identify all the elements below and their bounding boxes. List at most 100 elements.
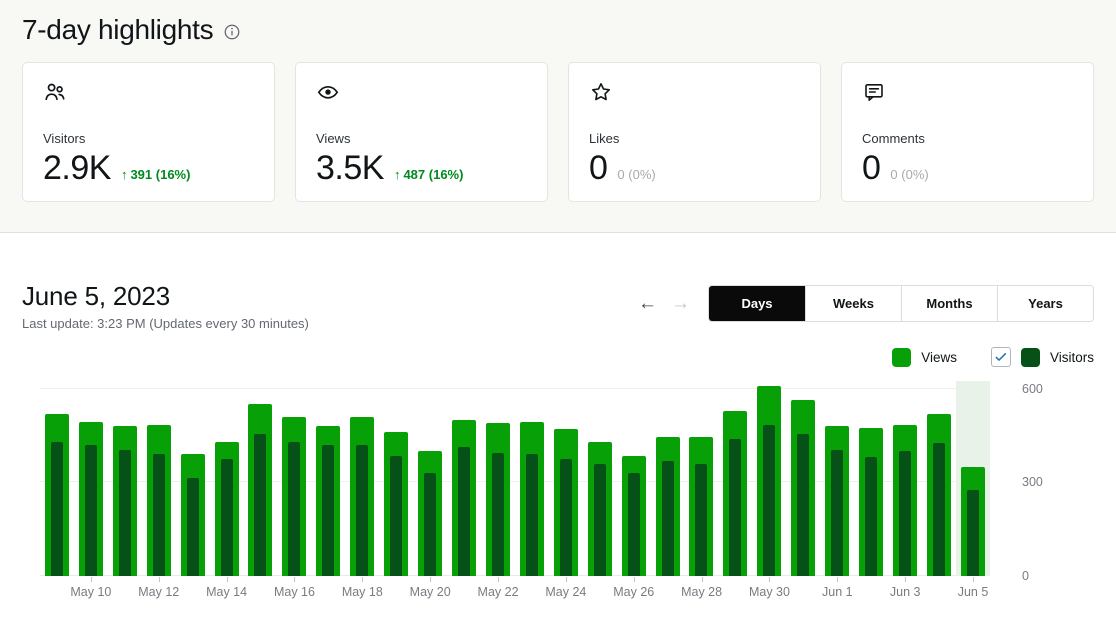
visitors-bar[interactable]: [458, 447, 470, 576]
visitors-bar[interactable]: [153, 454, 165, 576]
x-tick-label: Jun 3: [890, 585, 921, 599]
bar-group-jun-5[interactable]: [956, 381, 990, 576]
views-legend-label: Views: [921, 350, 957, 365]
bar-group-may-12[interactable]: [142, 381, 176, 576]
views-legend-swatch: [892, 348, 911, 367]
bar-group-may-23[interactable]: [515, 381, 549, 576]
period-title: June 5, 2023: [22, 281, 309, 312]
card-value: 0: [589, 151, 607, 185]
x-tick: [905, 577, 906, 582]
bar-chart: May 10May 12May 14May 16May 18May 20May …: [22, 381, 1094, 604]
visitors-bar[interactable]: [865, 457, 877, 576]
bar-group-may-21[interactable]: [447, 381, 481, 576]
highlight-card-likes[interactable]: Likes00 (0%): [568, 62, 821, 202]
bar-group-may-17[interactable]: [311, 381, 345, 576]
visitors-bar[interactable]: [594, 464, 606, 576]
visitors-bar[interactable]: [424, 473, 436, 576]
visitors-bar[interactable]: [526, 454, 538, 576]
x-tick: [973, 577, 974, 582]
trend-up-arrow-icon: ↑: [394, 167, 401, 182]
visitors-legend-swatch: [1021, 348, 1040, 367]
visitors-bar[interactable]: [899, 451, 911, 576]
trend-up-arrow-icon: ↑: [121, 167, 128, 182]
highlight-card-comments[interactable]: Comments00 (0%): [841, 62, 1094, 202]
visitors-bar[interactable]: [662, 461, 674, 576]
bar-group-jun-4[interactable]: [922, 381, 956, 576]
card-label: Visitors: [43, 131, 254, 146]
bar-group-may-20[interactable]: [413, 381, 447, 576]
visitors-bar[interactable]: [797, 434, 809, 576]
visitors-bar[interactable]: [288, 442, 300, 576]
visitors-bar[interactable]: [492, 453, 504, 576]
tab-years[interactable]: Years: [997, 286, 1093, 321]
bar-group-may-28[interactable]: [685, 381, 719, 576]
visitors-bar[interactable]: [85, 445, 97, 576]
visitors-bar[interactable]: [322, 445, 334, 576]
next-period-arrow-icon[interactable]: →: [671, 294, 690, 313]
bar-group-jun-2[interactable]: [854, 381, 888, 576]
visitors-bar[interactable]: [729, 439, 741, 576]
views-icon: [316, 80, 527, 104]
x-tick-label: Jun 5: [958, 585, 989, 599]
bar-group-jun-1[interactable]: [820, 381, 854, 576]
bar-group-may-25[interactable]: [583, 381, 617, 576]
previous-period-arrow-icon[interactable]: ←: [638, 294, 657, 313]
x-tick-label: May 22: [478, 585, 519, 599]
info-icon[interactable]: [223, 23, 241, 41]
tab-days[interactable]: Days: [709, 286, 805, 321]
tab-weeks[interactable]: Weeks: [805, 286, 901, 321]
visitors-bar[interactable]: [967, 490, 979, 576]
bar-group-may-27[interactable]: [651, 381, 685, 576]
visitors-bar[interactable]: [560, 459, 572, 576]
bar-group-may-19[interactable]: [379, 381, 413, 576]
bar-group-may-15[interactable]: [244, 381, 278, 576]
bar-group-may-31[interactable]: [786, 381, 820, 576]
bar-group-may-22[interactable]: [481, 381, 515, 576]
bar-group-may-13[interactable]: [176, 381, 210, 576]
period-header: June 5, 2023 Last update: 3:23 PM (Updat…: [22, 281, 1094, 331]
visitors-bar[interactable]: [628, 473, 640, 576]
visitors-bar[interactable]: [187, 478, 199, 576]
period-title-block: June 5, 2023 Last update: 3:23 PM (Updat…: [22, 281, 309, 331]
bar-group-may-24[interactable]: [549, 381, 583, 576]
visitors-bar[interactable]: [763, 425, 775, 576]
x-tick: [227, 577, 228, 582]
x-tick: [634, 577, 635, 582]
visitors-bar[interactable]: [933, 443, 945, 576]
visitors-bar[interactable]: [356, 445, 368, 576]
visitors-bar[interactable]: [831, 450, 843, 576]
last-update-text: Last update: 3:23 PM (Updates every 30 m…: [22, 316, 309, 331]
bar-group-may-9[interactable]: [40, 381, 74, 576]
bar-group-may-10[interactable]: [74, 381, 108, 576]
x-tick: [294, 577, 295, 582]
bar-group-may-18[interactable]: [345, 381, 379, 576]
visitors-bar[interactable]: [695, 464, 707, 576]
highlight-card-views[interactable]: Views3.5K↑487 (16%): [295, 62, 548, 202]
x-tick: [837, 577, 838, 582]
card-trend: ↑391 (16%): [121, 167, 190, 182]
bar-group-may-29[interactable]: [718, 381, 752, 576]
bar-group-may-26[interactable]: [617, 381, 651, 576]
y-tick-label: 0: [1022, 569, 1029, 583]
bar-group-may-11[interactable]: [108, 381, 142, 576]
chart-y-axis: 0300600: [990, 381, 1080, 604]
visitors-bar[interactable]: [51, 442, 63, 576]
bar-group-may-16[interactable]: [277, 381, 311, 576]
visitors-checkbox[interactable]: [991, 347, 1011, 367]
card-trend: ↑487 (16%): [394, 167, 463, 182]
interval-tabs: DaysWeeksMonthsYears: [708, 285, 1094, 322]
bar-group-jun-3[interactable]: [888, 381, 922, 576]
visitors-bar[interactable]: [119, 450, 131, 576]
tab-months[interactable]: Months: [901, 286, 997, 321]
highlight-card-visitors[interactable]: Visitors2.9K↑391 (16%): [22, 62, 275, 202]
chart-x-axis: May 10May 12May 14May 16May 18May 20May …: [40, 576, 990, 604]
visitors-bar[interactable]: [254, 434, 266, 576]
traffic-section: June 5, 2023 Last update: 3:23 PM (Updat…: [0, 233, 1116, 604]
card-trend: 0 (0%): [617, 167, 655, 182]
bar-group-may-14[interactable]: [210, 381, 244, 576]
x-tick: [91, 577, 92, 582]
visitors-bar[interactable]: [390, 456, 402, 576]
bar-group-may-30[interactable]: [752, 381, 786, 576]
visitors-bar[interactable]: [221, 459, 233, 576]
x-tick-label: May 26: [613, 585, 654, 599]
